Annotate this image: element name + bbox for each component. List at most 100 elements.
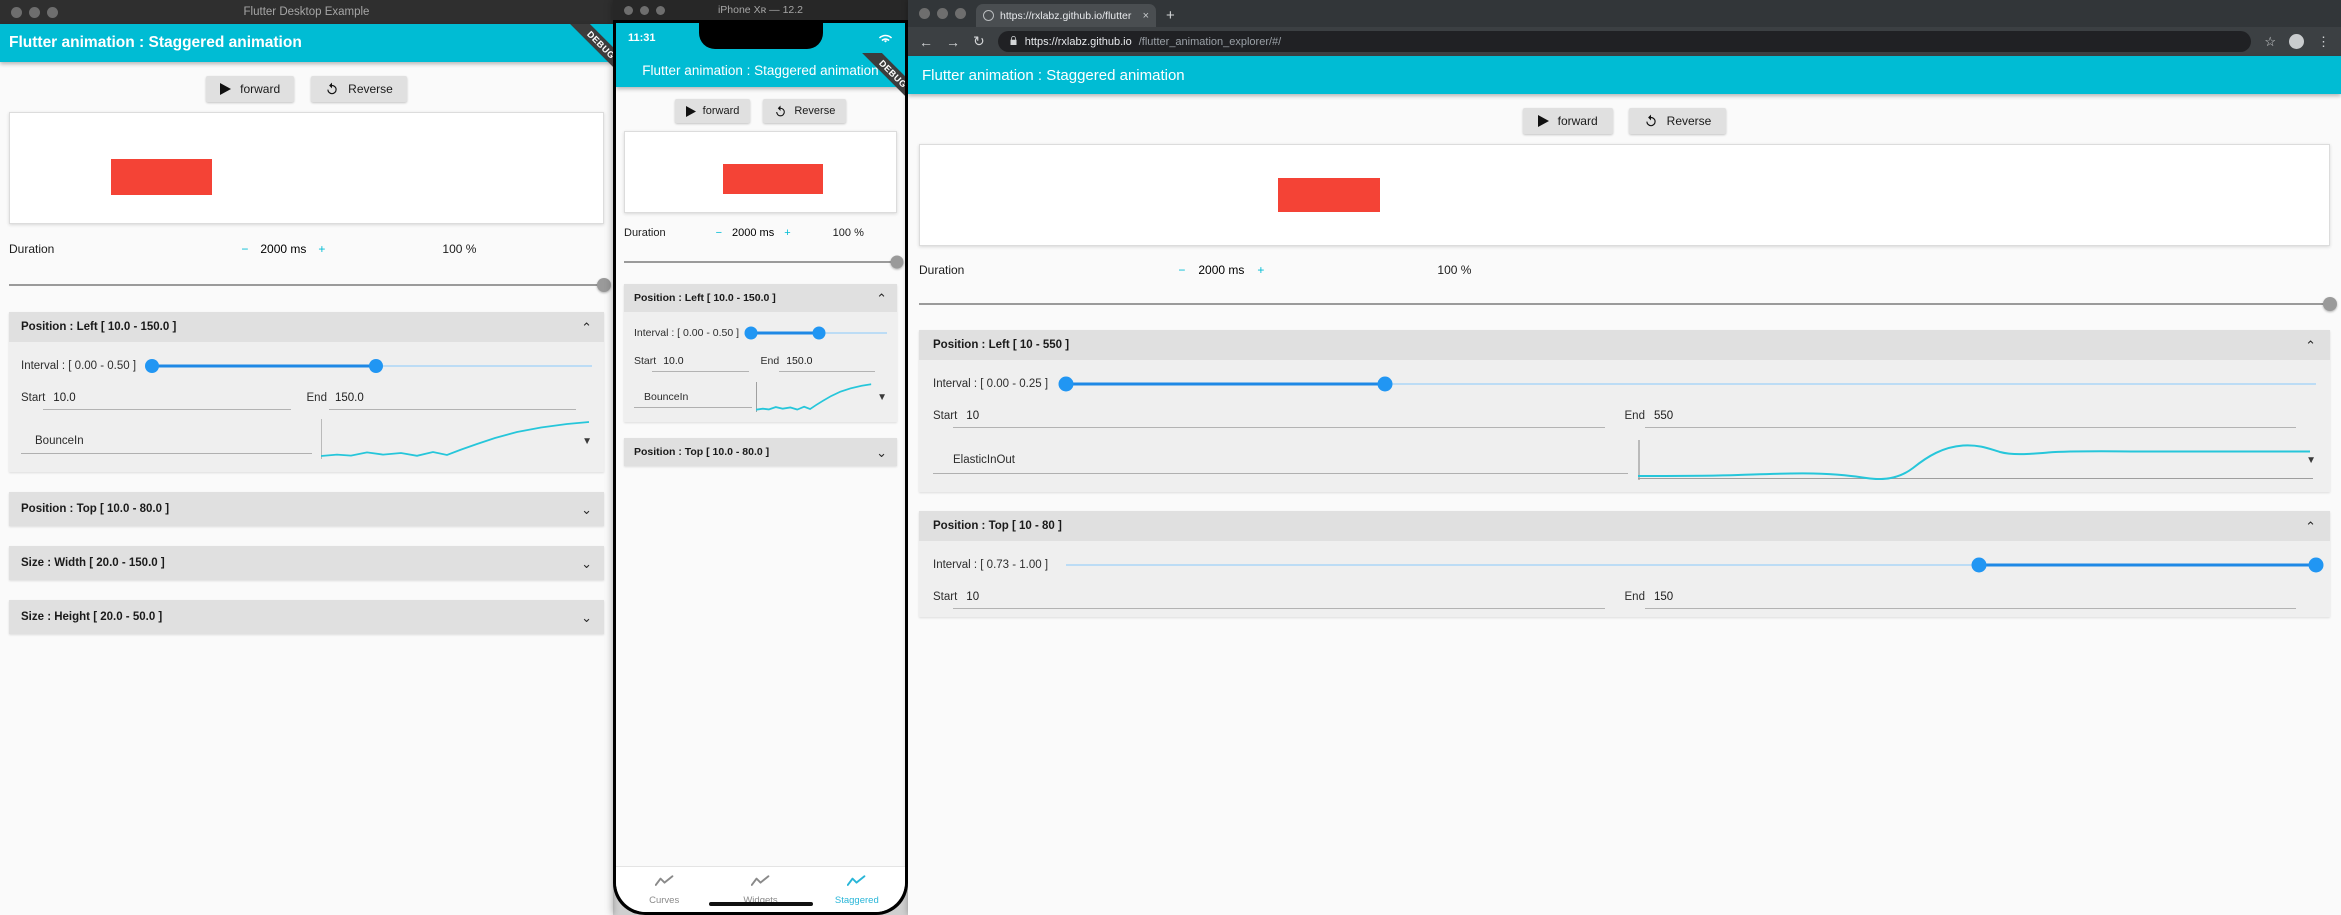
panel-header[interactable]: Position : Top [ 10 - 80 ] ⌃ <box>919 511 2330 541</box>
reverse-button[interactable]: Reverse <box>1628 108 1727 134</box>
start-field[interactable]: Start 10 <box>933 410 1625 428</box>
tab-curves[interactable]: Curves <box>616 874 712 906</box>
chevron-up-icon[interactable]: ⌃ <box>2305 520 2316 533</box>
interval-label: Interval : [ 0.00 - 0.25 ] <box>933 378 1049 390</box>
window-controls[interactable] <box>613 5 665 15</box>
panel-header[interactable]: Position : Top [ 10.0 - 80.0 ] ⌄ <box>9 492 604 526</box>
end-field[interactable]: End 150.0 <box>307 392 593 410</box>
curve-icon <box>847 874 866 892</box>
reload-icon[interactable]: ↻ <box>973 33 985 50</box>
progress-slider[interactable] <box>9 278 611 292</box>
back-icon[interactable]: ← <box>919 34 933 50</box>
forward-label: forward <box>702 105 740 117</box>
curve-underline <box>933 473 1628 474</box>
slider-knob[interactable] <box>890 255 904 268</box>
app-title: Flutter animation : Staggered animation <box>642 62 879 78</box>
chevron-up-icon[interactable]: ⌃ <box>876 292 887 305</box>
progress-slider[interactable] <box>624 255 904 268</box>
plus-icon[interactable]: + <box>1257 263 1264 277</box>
forward-icon[interactable]: → <box>946 34 960 50</box>
end-field[interactable]: End 550 <box>1625 410 2317 428</box>
forward-button[interactable]: forward <box>1522 108 1613 134</box>
minus-icon[interactable]: − <box>716 227 722 239</box>
close-icon[interactable]: × <box>1143 10 1149 22</box>
slider-rail <box>624 260 897 263</box>
maximize-button[interactable] <box>656 5 665 15</box>
start-field[interactable]: Start 10 <box>933 591 1625 609</box>
plus-icon[interactable]: + <box>784 227 790 239</box>
minus-icon[interactable]: − <box>1178 263 1185 277</box>
curve-selector[interactable]: BounceIn ▼ <box>21 418 592 464</box>
panel-header[interactable]: Position : Top [ 10.0 - 80.0 ] ⌄ <box>624 438 897 466</box>
avatar[interactable] <box>2289 34 2304 49</box>
chevron-down-icon[interactable]: ⌄ <box>581 557 592 570</box>
forward-button[interactable]: forward <box>674 99 751 123</box>
chevron-up-icon[interactable]: ⌃ <box>581 321 592 334</box>
address-bar[interactable]: https://rxlabz.github.io/flutter_animati… <box>997 31 2252 52</box>
browser-tab[interactable]: https://rxlabz.github.io/flutter × <box>976 4 1156 27</box>
range-thumb-start[interactable] <box>145 359 160 373</box>
maximize-button[interactable] <box>47 6 58 18</box>
range-thumb-end[interactable] <box>812 326 826 340</box>
window-controls[interactable] <box>0 6 58 18</box>
minimize-button[interactable] <box>29 6 40 18</box>
chevron-up-icon[interactable]: ⌃ <box>2305 339 2316 352</box>
start-label: Start <box>21 392 46 404</box>
panel-header[interactable]: Position : Left [ 10.0 - 150.0 ] ⌃ <box>624 284 897 312</box>
range-thumb-start[interactable] <box>744 326 758 340</box>
panel-title: Position : Top [ 10 - 80 ] <box>933 520 1062 532</box>
slider-knob[interactable] <box>597 278 611 292</box>
window-controls[interactable] <box>919 8 976 27</box>
new-tab-button[interactable]: + <box>1156 7 1185 27</box>
chevron-down-icon[interactable]: ▼ <box>877 392 887 403</box>
chevron-down-icon[interactable]: ⌄ <box>581 611 592 624</box>
range-thumb-start[interactable] <box>1058 376 1074 392</box>
end-field[interactable]: End 150.0 <box>761 355 888 372</box>
range-thumb-end[interactable] <box>2308 557 2324 573</box>
reverse-button[interactable]: Reverse <box>763 99 847 123</box>
close-button[interactable] <box>11 6 22 18</box>
phone-screen: 11:31 Flutter animation : Staggered anim… <box>616 23 905 912</box>
range-thumb-end[interactable] <box>369 359 384 373</box>
chevron-down-icon[interactable]: ⌄ <box>581 503 592 516</box>
start-field[interactable]: Start 10.0 <box>21 392 307 410</box>
maximize-button[interactable] <box>955 8 966 19</box>
reverse-button[interactable]: Reverse <box>311 76 407 102</box>
curve-selector[interactable]: ElasticInOut ▼ <box>933 436 2316 484</box>
progress-slider[interactable] <box>919 297 2337 311</box>
panel-header[interactable]: Size : Height [ 20.0 - 50.0 ] ⌄ <box>9 600 604 634</box>
minus-icon[interactable]: − <box>241 242 248 256</box>
chevron-down-icon[interactable]: ▼ <box>2306 455 2316 466</box>
minimize-button[interactable] <box>640 5 649 15</box>
chevron-down-icon[interactable]: ▼ <box>582 436 592 447</box>
range-thumb-end[interactable] <box>1377 376 1393 392</box>
panel-body: Interval : [ 0.73 - 1.00 ] Start 10 End … <box>919 541 2330 617</box>
slider-knob[interactable] <box>2323 297 2337 311</box>
panel-body: Interval : [ 0.00 - 0.50 ] Start 10.0 En… <box>624 312 897 422</box>
chevron-down-icon[interactable]: ⌄ <box>876 446 887 459</box>
panel-header[interactable]: Size : Width [ 20.0 - 150.0 ] ⌄ <box>9 546 604 580</box>
tab-staggered[interactable]: Staggered <box>809 874 905 906</box>
panel-header[interactable]: Position : Left [ 10 - 550 ] ⌃ <box>919 330 2330 360</box>
panel-header[interactable]: Position : Left [ 10.0 - 150.0 ] ⌃ <box>9 312 604 342</box>
minimize-button[interactable] <box>937 8 948 19</box>
forward-button[interactable]: forward <box>206 76 295 102</box>
end-value: 150.0 <box>786 355 813 367</box>
end-underline <box>1644 608 2296 609</box>
tab-widgets[interactable]: Widgets <box>712 874 808 906</box>
menu-icon[interactable]: ⋮ <box>2317 34 2330 50</box>
panel-position-top: Position : Top [ 10 - 80 ] ⌃ Interval : … <box>919 511 2330 617</box>
bottom-tab-bar: Curves Widgets Staggered <box>616 866 905 912</box>
panel-title: Position : Left [ 10.0 - 150.0 ] <box>21 321 177 333</box>
close-button[interactable] <box>624 5 633 15</box>
plus-icon[interactable]: + <box>318 242 325 256</box>
app-title: Flutter animation : Staggered animation <box>9 34 302 51</box>
progress-percent: 100 % <box>442 242 477 256</box>
close-button[interactable] <box>919 8 930 19</box>
range-thumb-start[interactable] <box>1971 557 1987 573</box>
curve-selector[interactable]: BounceIn ▼ <box>634 378 887 416</box>
bookmark-star-icon[interactable]: ☆ <box>2264 34 2276 50</box>
end-field[interactable]: End 150 <box>1625 591 2317 609</box>
chrome-appbar: Flutter animation : Staggered animation <box>908 56 2341 94</box>
start-field[interactable]: Start 10.0 <box>634 355 761 372</box>
